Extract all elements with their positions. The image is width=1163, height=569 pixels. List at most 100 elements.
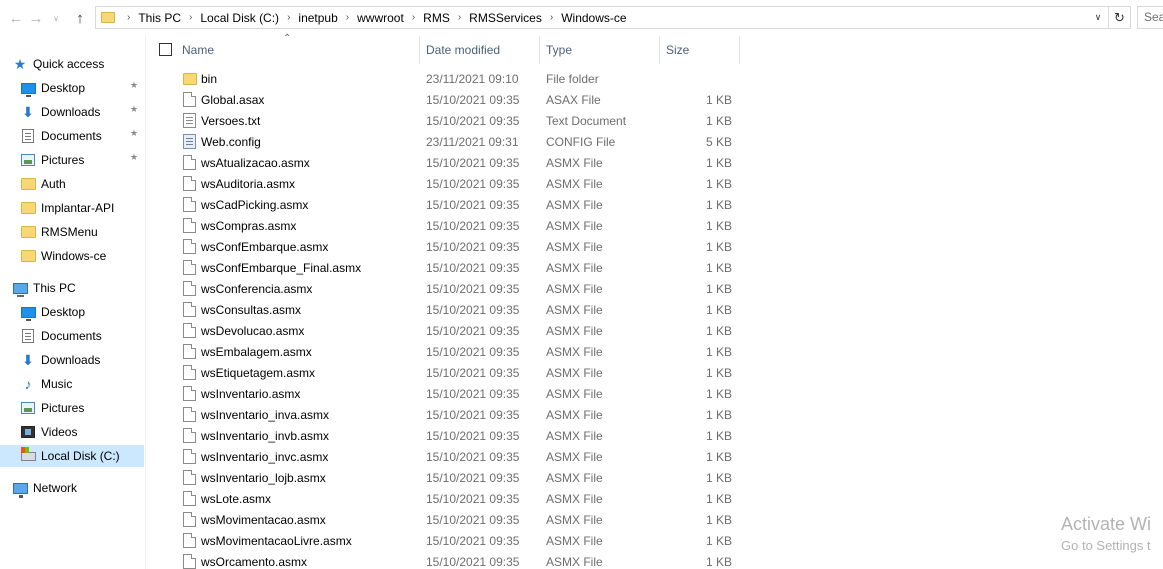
file-row[interactable]: Versoes.txt 15/10/2021 09:35 Text Document… [147, 110, 747, 131]
breadcrumb-item[interactable]: › Local Disk (C:) [181, 11, 279, 25]
sidebar-item-rmsmenu[interactable]: RMSMenu [0, 221, 144, 243]
sidebar-item-desktop[interactable]: Desktop ★ [0, 77, 144, 99]
file-name: wsConfEmbarque_Final.asmx [201, 261, 362, 275]
sidebar-item-label: Music [41, 377, 73, 391]
file-row[interactable]: wsInventario_invc.asmx 15/10/2021 09:35 AS… [147, 446, 747, 467]
file-name: wsConfEmbarque.asmx [201, 240, 329, 254]
folder-icon [20, 224, 36, 240]
file-row[interactable]: wsCompras.asmx 15/10/2021 09:35 ASMX File 1… [147, 215, 747, 236]
file-row[interactable]: wsEtiquetagem.asmx 15/10/2021 09:35 ASMX F… [147, 362, 747, 383]
pin-icon: ★ [130, 128, 139, 138]
breadcrumb-label: inetpub [298, 10, 338, 25]
file-row[interactable]: wsInventario_inva.asmx 15/10/2021 09:35 AS… [147, 404, 747, 425]
sidebar-item-videos[interactable]: Videos [0, 421, 144, 443]
sidebar-item-label: Downloads [41, 353, 101, 367]
sidebar-item-auth[interactable]: Auth [0, 173, 144, 195]
sidebar-item-pictures[interactable]: Pictures ★ [0, 149, 144, 171]
file-size: 1 KB [705, 471, 732, 485]
file-row[interactable]: wsAuditoria.asmx 15/10/2021 09:35 ASMX Fil… [147, 173, 747, 194]
breadcrumb-chevron-icon[interactable]: › [412, 12, 415, 23]
sidebar-item-implantar-api[interactable]: Implantar-API [0, 197, 144, 219]
file-name: wsCompras.asmx [201, 219, 297, 233]
file-row[interactable]: wsMovimentacaoLivre.asmx 15/10/2021 09:35… [147, 530, 747, 551]
breadcrumb-item[interactable]: › RMS [404, 11, 450, 25]
file-row[interactable]: Global.asax 15/10/2021 09:35 ASAX File 1 KB [147, 89, 747, 110]
breadcrumb-chevron-icon[interactable]: › [189, 12, 192, 23]
search-input[interactable]: Sea [1137, 6, 1163, 29]
breadcrumb-chevron-icon[interactable]: › [346, 12, 349, 23]
breadcrumb-item[interactable]: › Windows-ce [542, 11, 627, 25]
sidebar-item-label: Windows-ce [41, 249, 107, 263]
file-row[interactable]: wsInventario_lojb.asmx 15/10/2021 09:35 AS… [147, 467, 747, 488]
file-icon [183, 533, 196, 548]
column-header-size[interactable]: Size [666, 43, 689, 57]
column-divider[interactable] [659, 36, 660, 64]
file-row[interactable]: wsConfEmbarque.asmx 15/10/2021 09:35 ASMX … [147, 236, 747, 257]
file-row[interactable]: wsLote.asmx 15/10/2021 09:35 ASMX File 1 KB [147, 488, 747, 509]
file-row[interactable]: wsInventario_invb.asmx 15/10/2021 09:35 AS… [147, 425, 747, 446]
file-row[interactable]: wsDevolucao.asmx 15/10/2021 09:35 ASMX Fil… [147, 320, 747, 341]
file-row[interactable]: wsConsultas.asmx 15/10/2021 09:35 ASMX Fil… [147, 299, 747, 320]
select-all-checkbox[interactable] [159, 43, 172, 56]
file-icon [183, 281, 196, 296]
sidebar-item-windows-ce[interactable]: Windows-ce [0, 245, 144, 267]
file-type: ASMX File [546, 177, 603, 191]
file-icon [183, 386, 196, 401]
column-divider[interactable] [419, 36, 420, 64]
sidebar-item-documents[interactable]: Documents ★ [0, 125, 144, 147]
file-row[interactable]: wsEmbalagem.asmx 15/10/2021 09:35 ASMX Fil… [147, 341, 747, 362]
back-arrow-icon[interactable]: ← [6, 8, 26, 28]
sidebar-item-downloads[interactable]: ⬇ Downloads [0, 349, 144, 371]
file-date-modified: 15/10/2021 09:35 [426, 408, 520, 422]
breadcrumb-item[interactable]: › wwwroot [338, 11, 404, 25]
sidebar-item-documents[interactable]: Documents [0, 325, 144, 347]
breadcrumb-chevron-icon[interactable]: › [458, 12, 461, 23]
file-size: 1 KB [705, 513, 732, 527]
file-row[interactable]: wsOrcamento.asmx 15/10/2021 09:35 ASMX Fil… [147, 551, 747, 569]
column-header-name[interactable]: Name [182, 43, 214, 57]
file-row[interactable]: wsAtualizacao.asmx 15/10/2021 09:35 ASMX F… [147, 152, 747, 173]
file-size: 1 KB [705, 303, 732, 317]
file-icon [183, 554, 196, 569]
breadcrumb-item[interactable]: › RMSServices [450, 11, 542, 25]
breadcrumb-chevron-icon[interactable]: › [550, 12, 553, 23]
file-type: ASMX File [546, 387, 603, 401]
file-date-modified: 15/10/2021 09:35 [426, 261, 520, 275]
address-bar[interactable]: › This PC › Local Disk (C:) › inetpub › wwwroot… [95, 6, 1109, 29]
file-name: wsEmbalagem.asmx [201, 345, 312, 359]
forward-arrow-icon[interactable]: → [26, 8, 46, 28]
file-row[interactable]: bin 23/11/2021 09:10 File folder [147, 68, 747, 89]
column-divider[interactable] [539, 36, 540, 64]
file-row[interactable]: Web.config 23/11/2021 09:31 CONFIG File 5 K… [147, 131, 747, 152]
navigation-bar: ← → ∨ ↑ › This PC › Local Disk (C:) › inetpub… [0, 0, 1163, 36]
file-row[interactable]: wsCadPicking.asmx 15/10/2021 09:35 ASMX Fi… [147, 194, 747, 215]
watermark-title: Activate Wi [1061, 514, 1152, 534]
sidebar-item-desktop[interactable]: Desktop [0, 301, 144, 323]
sidebar-item-label: Videos [41, 425, 78, 439]
sidebar-item-this-pc[interactable]: This PC [0, 277, 144, 299]
sidebar-item-quick-access[interactable]: ★ Quick access [0, 53, 144, 75]
breadcrumb-chevron-icon[interactable]: › [287, 12, 290, 23]
file-date-modified: 15/10/2021 09:35 [426, 219, 520, 233]
recent-locations-chevron-icon[interactable]: ∨ [46, 8, 66, 28]
breadcrumb-label: wwwroot [357, 10, 404, 25]
file-row[interactable]: wsMovimentacao.asmx 15/10/2021 09:35 ASMX … [147, 509, 747, 530]
address-dropdown-chevron-icon[interactable]: ∨ [1088, 7, 1108, 28]
breadcrumb-item[interactable]: › inetpub [279, 11, 338, 25]
sidebar-item-music[interactable]: ♪ Music [0, 373, 144, 395]
sidebar-item-pictures[interactable]: Pictures [0, 397, 144, 419]
sidebar-item-local-disk-c-[interactable]: Local Disk (C:) [0, 445, 144, 467]
column-header-type[interactable]: Type [546, 43, 572, 57]
file-row[interactable]: wsInventario.asmx 15/10/2021 09:35 ASMX Fi… [147, 383, 747, 404]
breadcrumb-item[interactable]: › This PC [119, 11, 181, 25]
file-row[interactable]: wsConfEmbarque_Final.asmx 15/10/2021 09:3… [147, 257, 747, 278]
column-divider[interactable] [739, 36, 740, 64]
sidebar-item-downloads[interactable]: ⬇ Downloads ★ [0, 101, 144, 123]
refresh-icon[interactable]: ↻ [1109, 6, 1131, 29]
breadcrumb-chevron-icon[interactable]: › [127, 12, 130, 23]
file-row[interactable]: wsConferencia.asmx 15/10/2021 09:35 ASMX F… [147, 278, 747, 299]
column-header-date-modified[interactable]: Date modified [426, 43, 500, 57]
file-name: wsInventario_invb.asmx [201, 429, 330, 443]
up-arrow-icon[interactable]: ↑ [70, 8, 90, 28]
sidebar-item-network[interactable]: Network [0, 477, 144, 499]
